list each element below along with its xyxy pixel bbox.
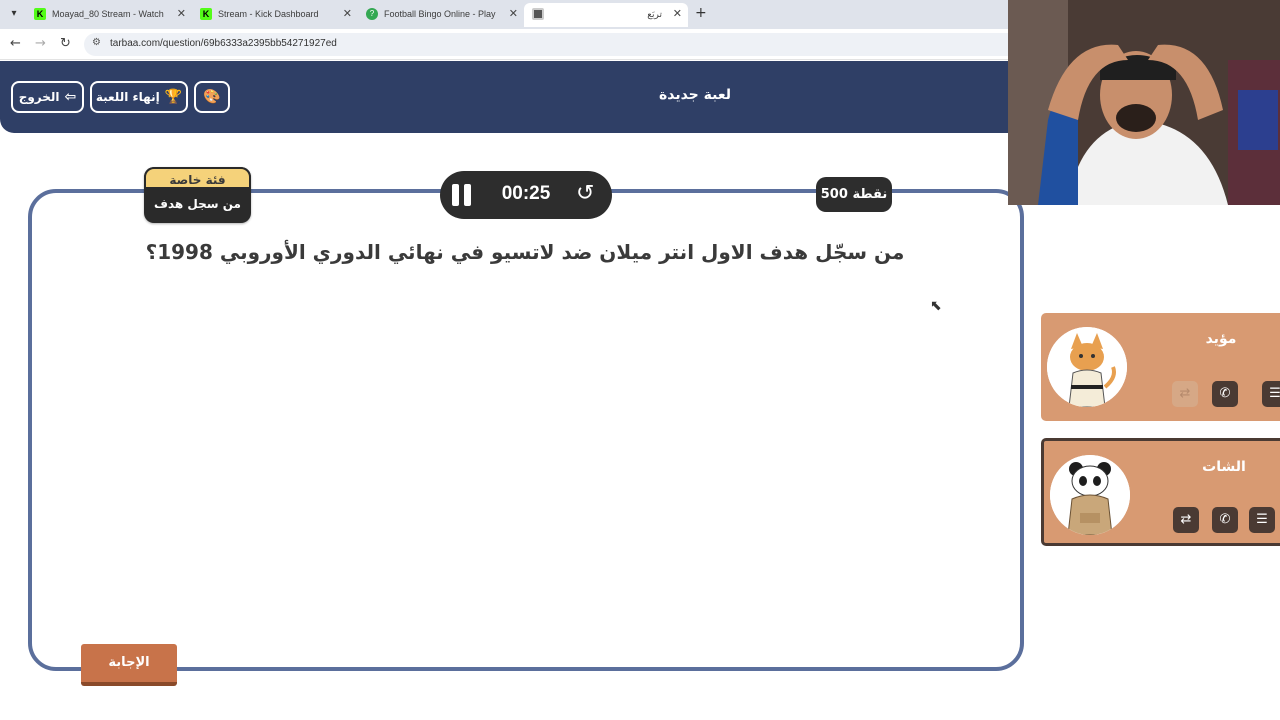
question-text: من سجّل هدف الاول انتر ميلان ضد لاتسيو ف… <box>145 240 905 264</box>
category-label: فئة خاصة <box>144 167 251 189</box>
page-title: لعبة جديدة <box>658 87 732 103</box>
cat-judoka-avatar <box>1047 327 1127 407</box>
tab-title: Moayad_80 Stream - Watch Live <box>52 9 166 19</box>
show-answer-button[interactable]: الإجابة <box>81 644 177 686</box>
phone-icon[interactable]: ✆ <box>1212 381 1238 407</box>
browser-tab-active[interactable]: تربَع ✕ <box>524 3 688 27</box>
list-icon[interactable]: ☰ <box>1262 381 1280 407</box>
end-game-button-label: إنهاء اللعبة <box>95 90 160 104</box>
forward-arrow-icon[interactable]: → <box>35 36 46 51</box>
theme-button[interactable]: 🎨 <box>194 81 230 113</box>
phone-icon[interactable]: ✆ <box>1212 507 1238 533</box>
browser-tab-bar: ▾ K Moayad_80 Stream - Watch Live ✕ K St… <box>0 0 1008 29</box>
points-badge: 500 نقطة <box>816 177 892 212</box>
address-bar: ← → ↻ ⚙ tarbaa.com/question/69b6333a2395… <box>0 29 1008 60</box>
team-name: مؤيد <box>1205 331 1237 347</box>
back-arrow-icon[interactable]: ← <box>10 36 21 51</box>
tab-close-icon[interactable]: ✕ <box>177 7 186 20</box>
pause-icon[interactable] <box>452 184 472 206</box>
trophy-icon: 🏆 <box>164 89 183 105</box>
new-tab-plus-icon[interactable]: + <box>695 5 707 21</box>
browser-tab[interactable]: K Stream - Kick Dashboard ✕ <box>192 3 358 27</box>
browser-tab[interactable]: ? Football Bingo Online - Play No ✕ <box>358 3 524 27</box>
streamer-webcam-image <box>1008 0 1280 205</box>
timer-pill: 00:25 ↺ <box>440 171 612 219</box>
browser-tab[interactable]: K Moayad_80 Stream - Watch Live ✕ <box>26 3 192 27</box>
team-card-chat: الشات ☰ ✆ ⇄ <box>1041 438 1280 546</box>
app-header: الخروج ⇦ إنهاء اللعبة 🏆 🎨 لعبة جديدة <box>0 61 1008 133</box>
tab-close-icon[interactable]: ✕ <box>673 7 682 20</box>
url-text: tarbaa.com/question/69b6333a2395bb542719… <box>110 38 337 49</box>
reset-timer-icon[interactable]: ↺ <box>576 181 594 206</box>
category-badge: فئة خاصة من سجل هدف <box>144 167 251 223</box>
tab-title: تربَع <box>647 9 662 19</box>
tab-list-chevron-icon[interactable]: ▾ <box>6 6 22 22</box>
category-name: من سجل هدف <box>154 197 241 211</box>
webcam-overlay <box>1008 0 1280 205</box>
tab-title: Stream - Kick Dashboard <box>218 9 319 19</box>
end-game-button[interactable]: إنهاء اللعبة 🏆 <box>90 81 188 113</box>
question-icon: ? <box>366 8 378 20</box>
team-card-moayad: مؤيد ☰ ✆ ⇄ <box>1041 313 1280 421</box>
team-name: الشات <box>1202 459 1246 475</box>
tarbaa-icon <box>532 8 544 20</box>
exit-door-icon: ⇦ <box>64 89 77 105</box>
exit-button-label: الخروج <box>18 90 60 104</box>
kick-icon: K <box>34 8 46 20</box>
site-settings-icon[interactable]: ⚙ <box>92 37 101 48</box>
tab-title: Football Bingo Online - Play No <box>384 9 498 19</box>
tab-close-icon[interactable]: ✕ <box>509 7 518 20</box>
reload-icon[interactable]: ↻ <box>60 36 71 51</box>
swap-icon[interactable]: ⇄ <box>1173 507 1199 533</box>
swap-icon[interactable]: ⇄ <box>1172 381 1198 407</box>
exit-button[interactable]: الخروج ⇦ <box>11 81 84 113</box>
mouse-cursor-icon: ⬉ <box>930 298 942 314</box>
palette-icon: 🎨 <box>203 89 221 105</box>
url-field[interactable]: ⚙ tarbaa.com/question/69b6333a2395bb5427… <box>84 33 1008 56</box>
timer-value: 00:25 <box>501 183 551 204</box>
list-icon[interactable]: ☰ <box>1249 507 1275 533</box>
kick-icon: K <box>200 8 212 20</box>
tab-close-icon[interactable]: ✕ <box>343 7 352 20</box>
panda-hoodie-avatar <box>1050 455 1130 535</box>
